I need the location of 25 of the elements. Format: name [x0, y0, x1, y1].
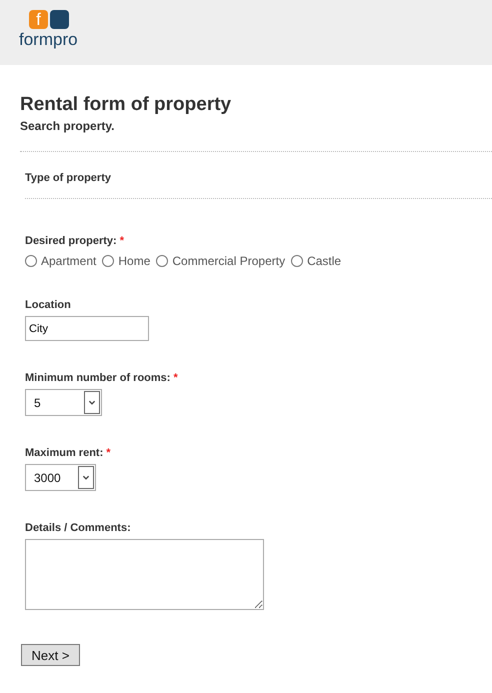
select-field[interactable]: 3000 — [25, 464, 96, 491]
field-label: Minimum number of rooms: — [25, 372, 170, 385]
form-subtitle: Search property. — [20, 119, 116, 133]
radio-option[interactable]: Apartment — [25, 254, 96, 268]
next-button[interactable]: Next > — [21, 644, 80, 666]
location-field[interactable]: City — [25, 316, 149, 341]
logo-text: formpro — [19, 31, 79, 49]
logo-mark: f — [29, 10, 48, 29]
required-mark: * — [120, 235, 124, 248]
select-field[interactable]: 5 — [25, 389, 102, 416]
radio-option[interactable]: Castle — [291, 254, 342, 268]
radio-option[interactable]: Commercial Property — [156, 254, 286, 268]
field-label: Maximum rent: — [25, 447, 104, 460]
caret-icon — [84, 391, 100, 414]
required-mark: * — [106, 447, 111, 460]
field-label: Location — [25, 299, 71, 312]
field-label: Desired property: — [25, 235, 117, 248]
field-label: Details / Comments: — [25, 522, 131, 535]
required-mark: * — [173, 372, 178, 385]
comments-field[interactable] — [25, 539, 264, 610]
logo-square — [50, 10, 69, 29]
radio-option[interactable]: Home — [102, 254, 150, 268]
form-title: Rental form of property — [20, 93, 232, 117]
section-title: Type of property — [24, 171, 112, 186]
caret-icon — [78, 466, 94, 489]
